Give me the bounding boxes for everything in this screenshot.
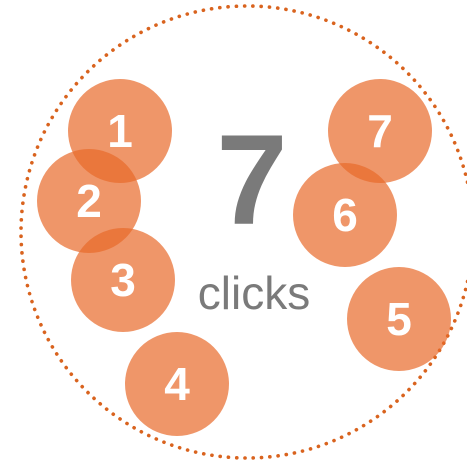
click-label-6: 6 — [332, 189, 358, 241]
click-label-7: 7 — [367, 105, 393, 157]
click-label-3: 3 — [110, 254, 136, 306]
click-label-4: 4 — [164, 358, 190, 410]
click-label-5: 5 — [386, 293, 412, 345]
click-count-number: 7 — [216, 109, 287, 252]
click-label-1: 1 — [107, 105, 133, 157]
click-label-2: 2 — [76, 175, 102, 227]
click-diagram: 1 2 3 4 5 6 7 7 clicks — [19, 4, 467, 460]
click-count-unit: clicks — [198, 267, 310, 319]
